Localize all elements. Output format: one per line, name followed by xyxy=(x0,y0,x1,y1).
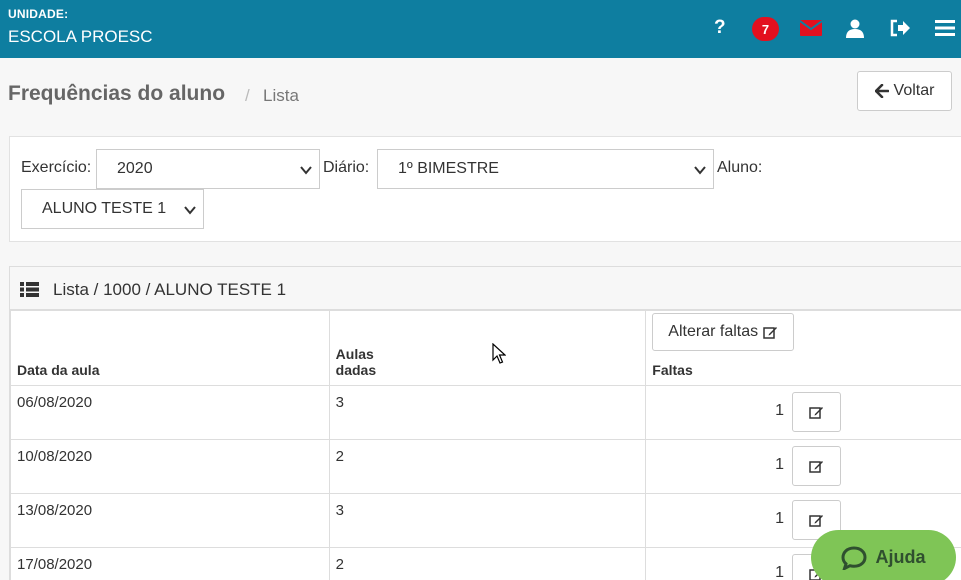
unit-label: UNIDADE: xyxy=(8,7,69,21)
diario-value: 1º BIMESTRE xyxy=(398,160,499,177)
alterar-faltas-button[interactable]: Alterar faltas xyxy=(652,313,795,351)
date-cell: 17/08/2020 xyxy=(10,547,330,580)
chevron-down-icon xyxy=(184,206,196,215)
chevron-down-icon xyxy=(300,166,312,175)
help-icon[interactable]: ? xyxy=(714,17,726,39)
alterar-faltas-label: Alterar faltas xyxy=(668,323,759,340)
column-header-faltas: Alterar faltas Faltas xyxy=(645,310,961,386)
faltas-cell: 1 xyxy=(645,385,961,440)
back-button-label: Voltar xyxy=(893,82,935,99)
top-bar: UNIDADE: ESCOLA PROESC ? 7 xyxy=(0,0,961,58)
faltas-value: 1 xyxy=(775,402,784,419)
list-icon xyxy=(20,282,39,297)
logout-icon[interactable] xyxy=(890,17,910,39)
table-row: 10/08/2020 2 1 xyxy=(10,439,961,494)
edit-icon xyxy=(809,515,824,527)
help-chat-label: Ajuda xyxy=(875,547,926,567)
aulas-cell: 2 xyxy=(328,547,647,580)
help-chat-button[interactable]: Ajuda xyxy=(811,530,956,580)
chat-icon xyxy=(841,545,867,570)
column-header-data: Data da aula xyxy=(10,310,330,386)
arrow-left-icon xyxy=(874,84,889,98)
aulas-cell: 2 xyxy=(328,439,647,494)
menu-icon[interactable] xyxy=(935,17,955,39)
edit-icon xyxy=(809,461,824,473)
column-header-aulas-line1: Aulas xyxy=(335,346,374,362)
faltas-value: 1 xyxy=(775,456,784,473)
edit-icon xyxy=(763,327,778,339)
faltas-header-label: Faltas xyxy=(652,362,693,378)
mouse-cursor-icon xyxy=(492,343,506,364)
list-panel: Lista / 1000 / ALUNO TESTE 1 Data da aul… xyxy=(9,266,961,580)
edit-faltas-button[interactable] xyxy=(792,392,842,432)
notification-badge[interactable]: 7 xyxy=(752,17,779,41)
exercicio-select[interactable]: 2020 xyxy=(96,149,320,189)
chevron-down-icon xyxy=(694,166,706,175)
unit-name: ESCOLA PROESC xyxy=(8,27,153,46)
date-cell: 06/08/2020 xyxy=(10,385,330,440)
breadcrumb-separator: / xyxy=(245,86,250,105)
exercicio-value: 2020 xyxy=(117,160,153,177)
aulas-cell: 3 xyxy=(328,493,647,548)
breadcrumb: Lista xyxy=(263,86,299,105)
diario-select[interactable]: 1º BIMESTRE xyxy=(377,149,714,189)
user-icon[interactable] xyxy=(846,17,864,39)
aluno-select[interactable]: ALUNO TESTE 1 xyxy=(21,189,204,229)
aluno-label: Aluno: xyxy=(717,159,763,176)
column-header-aulas-line2: dadas xyxy=(335,362,377,378)
envelope-icon[interactable] xyxy=(800,17,822,39)
filter-panel: Exercício: 2020 Diário: 1º BIMESTRE Alun… xyxy=(9,136,961,242)
edit-faltas-button[interactable] xyxy=(792,446,842,486)
date-cell: 13/08/2020 xyxy=(10,493,330,548)
list-title: Lista / 1000 / ALUNO TESTE 1 xyxy=(53,280,287,299)
list-header: Lista / 1000 / ALUNO TESTE 1 xyxy=(10,267,961,310)
column-header-aulas: Aulas dadas xyxy=(328,310,647,386)
faltas-value: 1 xyxy=(775,510,784,527)
date-cell: 10/08/2020 xyxy=(10,439,330,494)
faltas-cell: 1 xyxy=(645,439,961,494)
edit-icon xyxy=(809,407,824,419)
exercicio-label: Exercício: xyxy=(21,159,92,176)
aulas-cell: 3 xyxy=(328,385,647,440)
table-row: 06/08/2020 3 1 xyxy=(10,385,961,440)
diario-label: Diário: xyxy=(323,159,370,176)
faltas-value: 1 xyxy=(775,564,784,580)
page-title: Frequências do aluno xyxy=(8,82,226,105)
back-button[interactable]: Voltar xyxy=(857,71,952,111)
aluno-value: ALUNO TESTE 1 xyxy=(42,200,167,217)
